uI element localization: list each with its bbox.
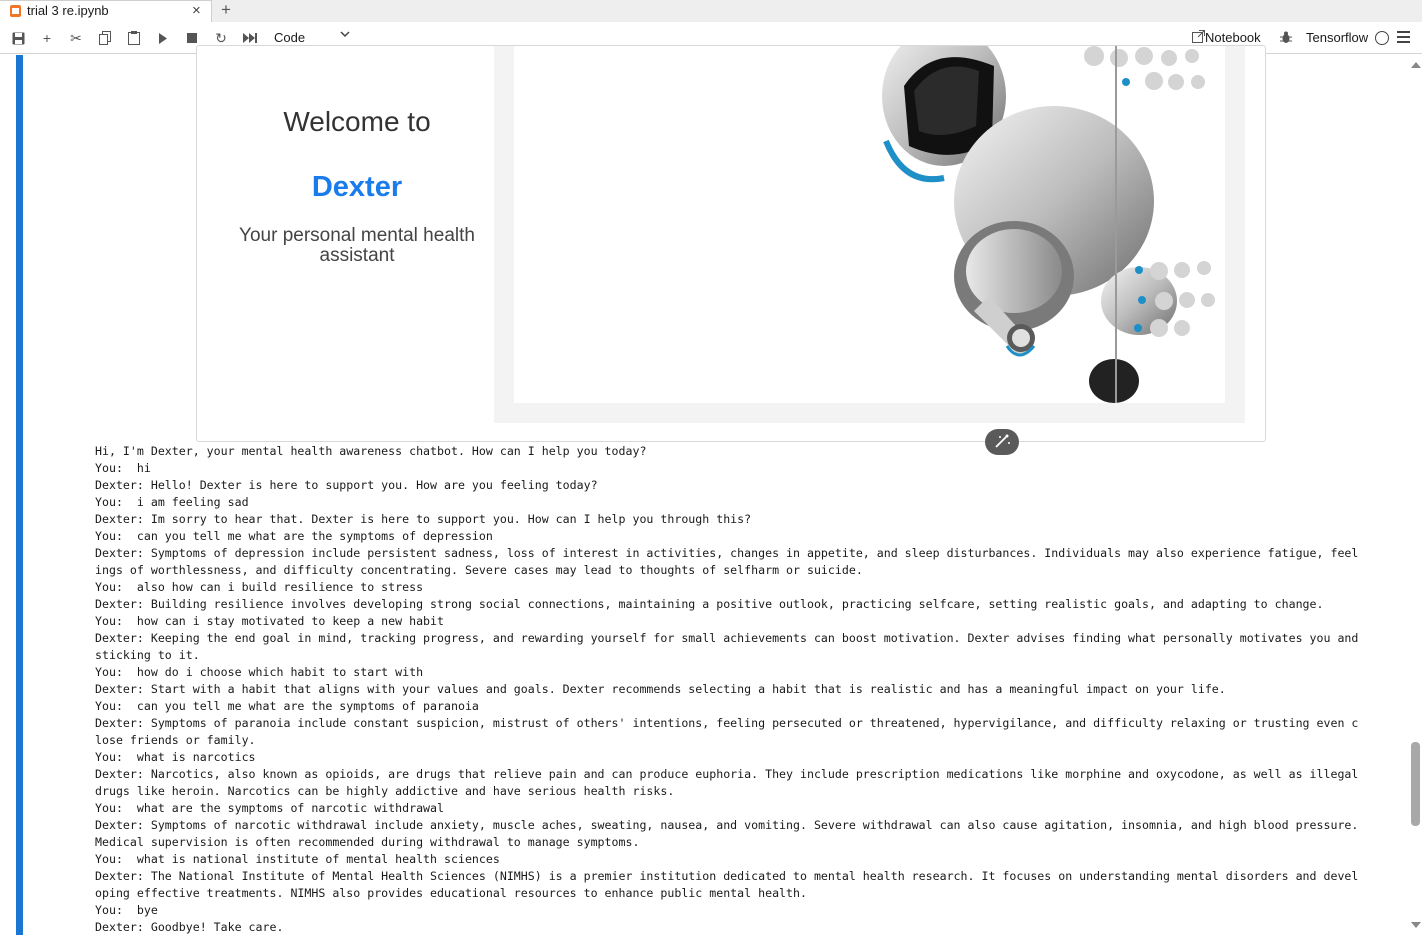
- run-icon[interactable]: [153, 28, 173, 48]
- new-tab-icon[interactable]: +: [221, 0, 231, 20]
- output-line: You: how can i stay motivated to keep a …: [95, 614, 445, 628]
- output-line: oping effective treatments. NIMHS also p…: [95, 886, 807, 900]
- output-line: Dexter: Hello! Dexter is here to support…: [95, 478, 598, 492]
- menu-icon[interactable]: [1397, 31, 1410, 43]
- notebook-file-icon: [10, 5, 21, 17]
- robot-image: [514, 46, 1225, 403]
- tagline: Your personal mental health assistant: [239, 225, 475, 266]
- output-line: You: bye: [95, 903, 158, 917]
- output-line: Dexter: Building resilience involves dev…: [95, 597, 1324, 611]
- kernel-name[interactable]: Tensorflow: [1306, 30, 1368, 45]
- open-notebook-button[interactable]: Notebook: [1192, 30, 1261, 45]
- debugger-bug-icon[interactable]: [1280, 31, 1292, 44]
- output-line: Medical supervision is often recommended…: [95, 835, 640, 849]
- output-line: You: can you tell me what are the sympto…: [95, 529, 493, 543]
- output-line: Dexter: Symptoms of depression include p…: [95, 546, 1359, 560]
- chevron-down-icon[interactable]: [340, 29, 350, 41]
- tab-bar: trial 3 re.ipynb × +: [0, 0, 1422, 22]
- robot-illustration: [882, 46, 1215, 403]
- dexter-widget-card: Welcome to Dexter Your personal mental h…: [196, 45, 1266, 442]
- output-line: You: how do i choose which habit to star…: [95, 665, 424, 679]
- tab-bar-background: [212, 0, 1422, 22]
- output-line: Dexter: Symptoms of narcotic withdrawal …: [95, 818, 1359, 832]
- active-cell-indicator: [16, 55, 23, 935]
- notebook-label: Notebook: [1205, 30, 1261, 45]
- paste-icon[interactable]: [124, 28, 144, 48]
- output-line: You: i am feeling sad: [95, 495, 249, 509]
- cell-type-select[interactable]: Code: [274, 30, 305, 45]
- welcome-heading: Welcome to: [283, 106, 431, 137]
- scroll-up-arrow-icon[interactable]: [1411, 62, 1421, 68]
- output-line: lose friends or family.: [95, 733, 256, 747]
- output-line: You: hi: [95, 461, 151, 475]
- output-line: Hi, I'm Dexter, your mental health aware…: [95, 444, 647, 458]
- notebook-tab[interactable]: trial 3 re.ipynb ×: [0, 0, 212, 22]
- scroll-down-arrow-icon[interactable]: [1411, 922, 1421, 928]
- robot-image-frame: [494, 46, 1245, 423]
- close-tab-icon[interactable]: ×: [192, 2, 201, 19]
- output-line: Dexter: Im sorry to hear that. Dexter is…: [95, 512, 752, 526]
- output-line: You: also how can i build resilience to …: [95, 580, 424, 594]
- output-line: You: what is narcotics: [95, 750, 256, 764]
- output-line: Dexter: Narcotics, also known as opioids…: [95, 767, 1359, 781]
- output-line: You: what are the symptoms of narcotic w…: [95, 801, 445, 815]
- output-line: Dexter: Keeping the end goal in mind, tr…: [95, 631, 1359, 645]
- output-line: drugs like heroin. Narcotics can be high…: [95, 784, 675, 798]
- copy-icon[interactable]: [95, 28, 115, 48]
- output-line: Dexter: Start with a habit that aligns w…: [95, 682, 1226, 696]
- output-line: Dexter: Goodbye! Take care.: [95, 920, 284, 934]
- save-icon[interactable]: [8, 28, 28, 48]
- brand-name: Dexter: [311, 171, 403, 203]
- output-line: Dexter: The National Institute of Mental…: [95, 869, 1359, 883]
- output-line: You: what is national institute of menta…: [95, 852, 500, 866]
- kernel-status-icon: [1375, 31, 1389, 45]
- output-line: sticking to it.: [95, 648, 200, 662]
- cut-icon[interactable]: ✂: [66, 28, 86, 48]
- output-line: Dexter: Symptoms of paranoia include con…: [95, 716, 1359, 730]
- output-line: ings of worthlessness, and difficulty co…: [95, 563, 863, 577]
- output-line: You: can you tell me what are the sympto…: [95, 699, 479, 713]
- scrollbar-thumb[interactable]: [1411, 742, 1420, 826]
- cell-output-text: Hi, I'm Dexter, your mental health aware…: [95, 443, 1395, 936]
- tab-title: trial 3 re.ipynb: [27, 3, 109, 18]
- notebook-panel: Welcome to Dexter Your personal mental h…: [0, 45, 1422, 936]
- add-cell-icon[interactable]: +: [37, 28, 57, 48]
